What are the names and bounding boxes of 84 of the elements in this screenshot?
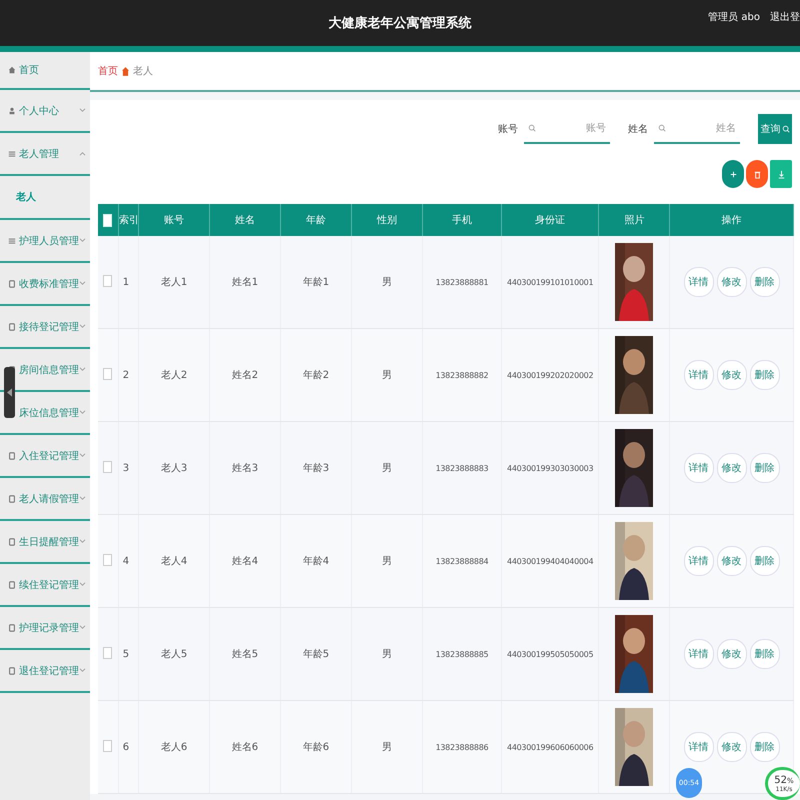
search-icon	[658, 124, 666, 132]
details-button[interactable]: 详情	[684, 546, 714, 576]
row-checkbox[interactable]	[103, 460, 112, 472]
row-checkbox[interactable]	[103, 646, 112, 658]
download-icon	[776, 170, 786, 178]
delete-button[interactable]: 删除	[750, 732, 780, 762]
edit-button[interactable]: 修改	[716, 732, 747, 762]
chevron-down-icon	[79, 496, 86, 501]
chevron-down-icon	[79, 324, 86, 329]
download-button[interactable]	[770, 160, 792, 188]
breadcrumb-link[interactable]: 首页	[98, 64, 118, 78]
home-icon	[8, 66, 16, 74]
table-cell: 4	[118, 514, 139, 608]
chevron-down-icon	[79, 108, 86, 113]
caret-left-icon	[7, 388, 12, 397]
edit-button[interactable]: 修改	[716, 639, 747, 669]
chevron-down-icon	[79, 238, 86, 243]
delete-button[interactable]	[746, 160, 768, 188]
table-cell: 姓名6	[210, 700, 280, 794]
field-label: 账号	[498, 122, 518, 136]
table-cell: 5	[118, 608, 139, 700]
row-checkbox[interactable]	[103, 554, 112, 566]
edit-button[interactable]: 修改	[716, 360, 747, 390]
menu-icon	[8, 452, 16, 460]
menu-icon	[8, 580, 16, 588]
row-checkbox[interactable]	[103, 368, 112, 380]
table-cell: 6	[118, 700, 139, 794]
details-button[interactable]: 详情	[684, 639, 714, 669]
chevron-down-icon	[79, 281, 86, 286]
chevron-down-icon	[79, 625, 86, 630]
table-cell: 2	[118, 328, 139, 422]
menu-icon	[8, 624, 16, 632]
menu-icon	[8, 236, 16, 244]
menu-icon	[8, 322, 16, 330]
table-cell: 440300199606060006	[501, 700, 599, 794]
chevron-up-icon	[79, 151, 86, 156]
menu-icon	[8, 494, 16, 502]
delete-button[interactable]: 删除	[750, 360, 780, 390]
chevron-down-icon	[79, 582, 86, 587]
menu-icon	[8, 280, 16, 288]
menu-icon	[8, 538, 16, 546]
edit-button[interactable]: 修改	[716, 267, 747, 297]
row-checkbox[interactable]	[103, 274, 112, 286]
search-button[interactable]: 查询	[758, 114, 792, 144]
delete-button[interactable]: 删除	[750, 267, 780, 297]
delete-button[interactable]: 删除	[750, 546, 780, 576]
search-icon	[782, 125, 790, 133]
table-cell: 男	[351, 700, 422, 794]
add-button[interactable]	[722, 160, 744, 188]
trash-icon	[752, 170, 762, 178]
breadcrumb-link[interactable]: 老人	[133, 64, 153, 78]
table-cell: 13823888886	[422, 700, 502, 794]
sidebar-toggle[interactable]	[4, 367, 15, 418]
plus-icon	[728, 170, 738, 178]
chevron-down-icon	[79, 410, 86, 415]
delete-button[interactable]: 删除	[750, 453, 780, 483]
chevron-down-icon	[79, 453, 86, 458]
details-button[interactable]: 详情	[684, 732, 714, 762]
menu-icon	[8, 106, 16, 114]
app-title: 大健康老年公寓管理系统	[328, 14, 472, 32]
edit-button[interactable]: 修改	[716, 546, 747, 576]
chevron-down-icon	[79, 367, 86, 372]
table-cell: 老人6	[138, 700, 210, 794]
home-icon	[122, 66, 129, 76]
search-field[interactable]: 姓名	[654, 114, 740, 144]
search-icon	[528, 124, 536, 132]
delete-button[interactable]: 删除	[750, 639, 780, 669]
menu-icon	[8, 150, 16, 158]
details-button[interactable]: 详情	[684, 453, 714, 483]
chevron-down-icon	[79, 668, 86, 673]
logout-link[interactable]: 退出登	[770, 10, 800, 24]
edit-button[interactable]: 修改	[716, 453, 747, 483]
table-cell: 1	[118, 236, 139, 328]
table-cell: 3	[118, 422, 139, 514]
details-button[interactable]: 详情	[684, 360, 714, 390]
user-name: 管理员 abo	[708, 11, 760, 24]
chevron-down-icon	[79, 539, 86, 544]
details-button[interactable]: 详情	[684, 267, 714, 297]
row-checkbox[interactable]	[103, 740, 112, 752]
select-all-checkbox[interactable]	[103, 214, 112, 226]
table-cell: 年龄6	[280, 700, 352, 794]
field-label: 姓名	[628, 123, 648, 136]
menu-icon	[8, 666, 16, 674]
search-field[interactable]: 账号	[524, 114, 610, 144]
